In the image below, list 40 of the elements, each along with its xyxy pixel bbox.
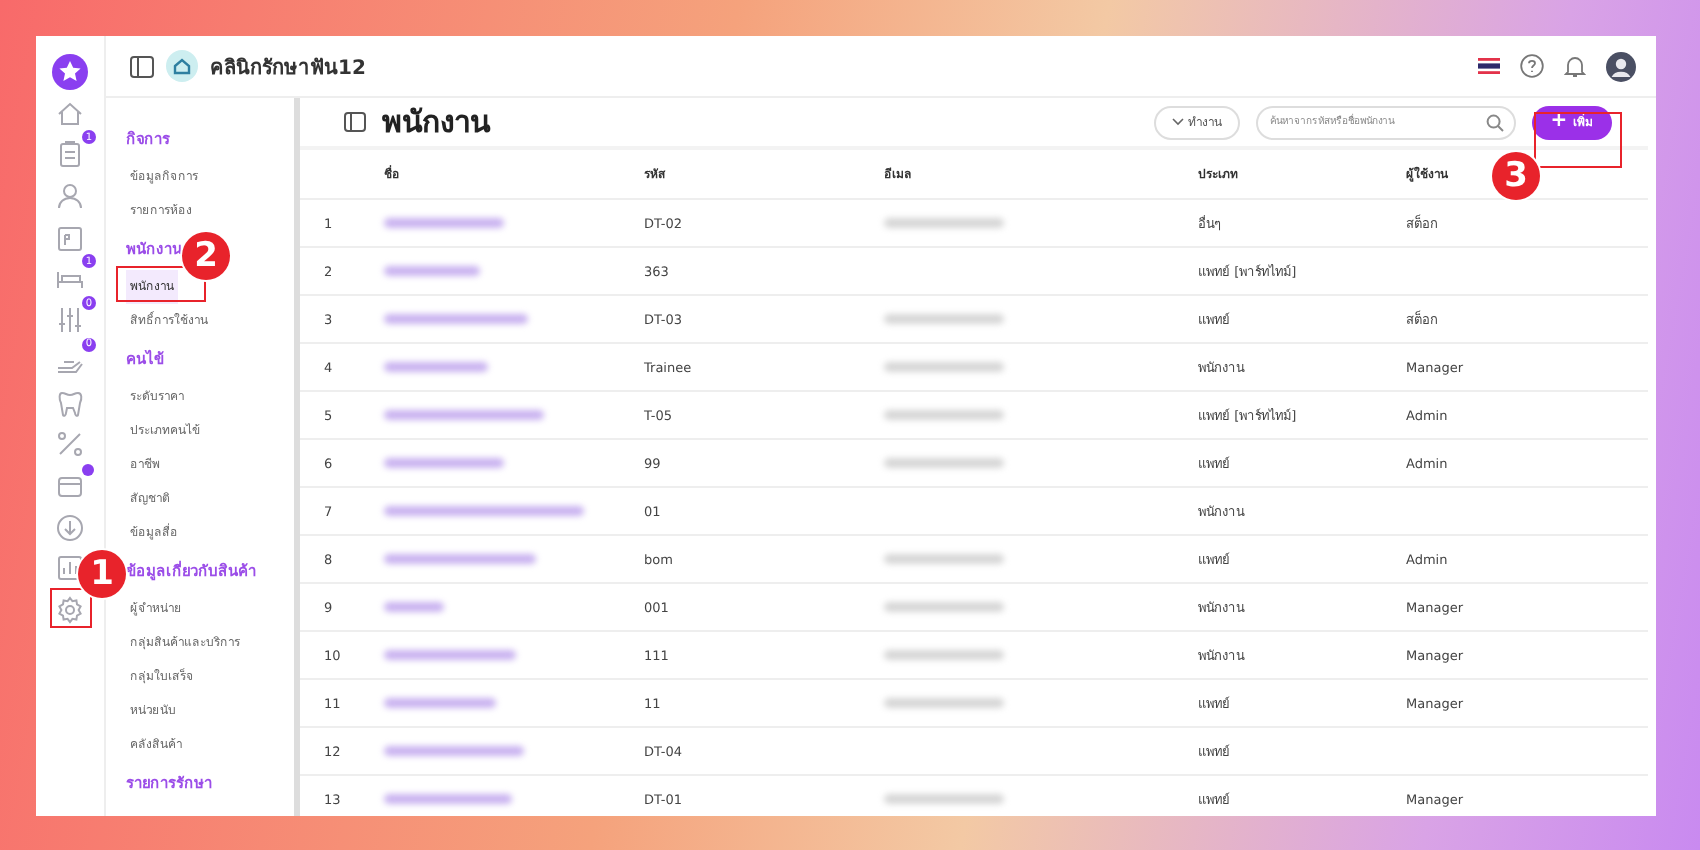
home-icon[interactable] [56,99,84,128]
blurred-name[interactable] [384,698,496,709]
blurred-name[interactable] [384,458,504,469]
settings-icon[interactable] [56,595,84,624]
house-icon [166,50,198,82]
clipboard-icon[interactable] [56,140,84,169]
blurred-name[interactable] [384,362,488,373]
search-icon[interactable] [1486,113,1504,131]
sidebar-toggle-icon[interactable] [130,55,154,77]
step-number-badge: 3 [1492,152,1540,200]
highlight-box [1534,112,1622,168]
panel-icon [344,112,366,132]
tooth-icon[interactable] [56,389,84,417]
blurred-name[interactable] [384,602,444,613]
star-logo-icon[interactable] [52,54,88,90]
clinic-name: คลินิกรักษาฟัน12 [210,55,366,81]
blurred-name[interactable] [384,314,528,325]
help-icon[interactable] [1520,54,1544,78]
calendar-icon[interactable] [56,223,84,252]
avatar-icon[interactable] [1606,51,1636,81]
blurred-name[interactable] [384,266,480,277]
blurred-name[interactable] [384,506,584,517]
blurred-name[interactable] [384,746,524,757]
user-icon[interactable] [56,182,84,211]
blurred-name[interactable] [384,554,536,565]
chart-icon[interactable] [56,554,84,583]
blurred-name[interactable] [384,410,544,421]
download-icon[interactable] [56,513,84,542]
sliders-icon[interactable] [56,306,84,335]
step-number-badge: 1 [78,550,126,598]
blurred-name[interactable] [384,794,512,805]
thai-flag-icon[interactable] [1478,58,1500,74]
caret-icon [1172,118,1184,126]
box-icon[interactable] [56,471,84,500]
percent-icon[interactable] [56,430,84,459]
blurred-name[interactable] [384,650,516,661]
step-number-badge: 2 [182,232,230,280]
page-title: พนักงาน [382,102,490,144]
blurred-name[interactable] [384,218,504,229]
bell-icon[interactable] [1564,54,1586,78]
